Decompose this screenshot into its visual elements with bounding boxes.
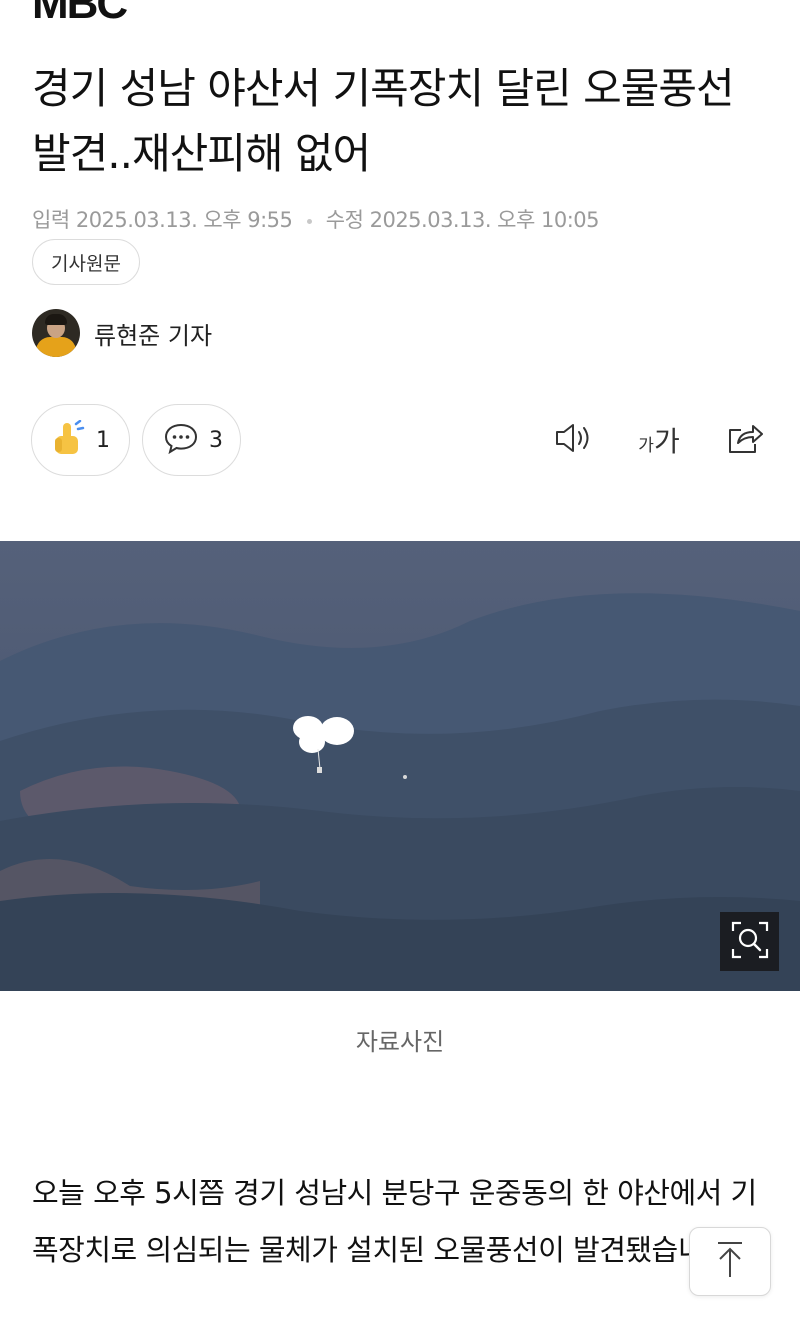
font-big-glyph: 가 — [653, 425, 680, 458]
like-count: 1 — [96, 427, 110, 453]
font-size-button[interactable]: 가가 — [634, 420, 684, 460]
publisher-logo[interactable]: MBC — [32, 0, 128, 26]
photo-caption: 자료사진 — [355, 1028, 445, 1056]
comment-count: 3 — [209, 427, 223, 453]
article-photo[interactable] — [0, 541, 800, 991]
article-body-paragraph: 오늘 오후 5시쯤 경기 성남시 분당구 운중동의 한 야산에서 기폭장치로 의… — [32, 1176, 757, 1267]
speaker-icon — [553, 421, 595, 459]
arrow-up-icon — [713, 1239, 747, 1285]
article-headline: 경기 성남 야산서 기폭장치 달린 오물풍선 발견..재산피해 없어 — [32, 64, 735, 178]
comment-icon — [163, 421, 199, 459]
like-button[interactable]: 1 — [31, 404, 130, 476]
font-size-icon: 가가 — [638, 420, 679, 460]
separator-dot — [306, 218, 312, 224]
updated-label: 수정 — [325, 208, 364, 232]
scroll-to-top-button[interactable] — [689, 1227, 771, 1296]
share-icon — [725, 420, 765, 460]
reporter-name[interactable]: 류현준 기자 — [94, 316, 212, 351]
published-date: 2025.03.13. 오후 9:55 — [75, 208, 293, 232]
original-article-button[interactable]: 기사원문 — [32, 239, 140, 285]
zoom-icon — [730, 920, 770, 964]
balloon-landscape-image — [0, 541, 800, 991]
photo-zoom-button[interactable] — [720, 912, 779, 971]
updated-date: 2025.03.13. 오후 10:05 — [369, 208, 600, 232]
article-dates: 입력 2025.03.13. 오후 9:55 수정 2025.03.13. 오후… — [32, 204, 600, 234]
reporter-info[interactable]: 류현준 기자 — [32, 309, 212, 357]
comment-button[interactable]: 3 — [142, 404, 241, 476]
published-label: 입력 — [32, 208, 70, 232]
thumbs-up-icon — [52, 419, 86, 460]
text-to-speech-button[interactable] — [552, 420, 596, 460]
reporter-avatar[interactable] — [32, 309, 80, 357]
font-small-glyph: 가 — [638, 436, 654, 456]
share-button[interactable] — [722, 420, 768, 460]
